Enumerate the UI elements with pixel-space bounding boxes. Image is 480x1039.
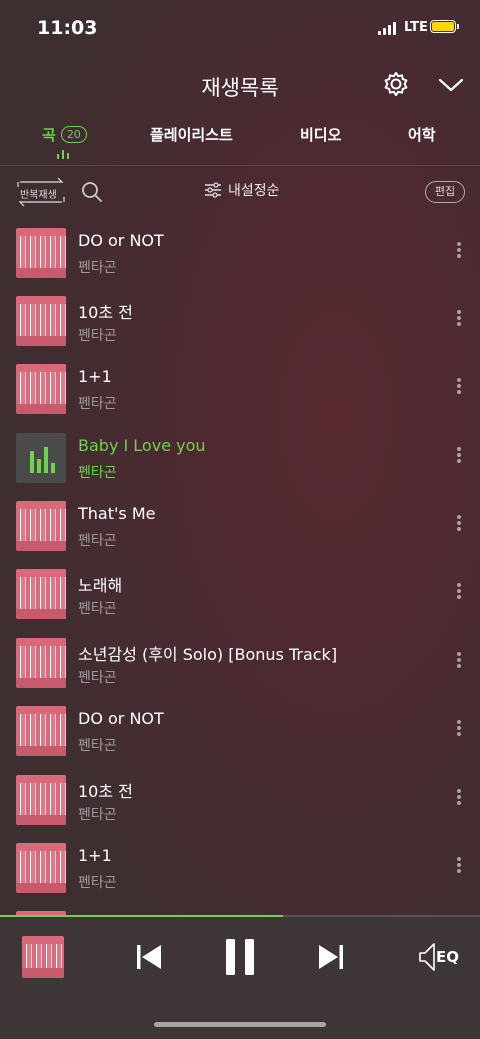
- now-playing-album-art[interactable]: [22, 936, 64, 978]
- song-title: DO or NOT: [78, 709, 164, 728]
- song-title: 10초 전: [78, 782, 133, 801]
- song-artist: 펜타곤: [78, 807, 117, 823]
- progress-bar[interactable]: [0, 915, 480, 917]
- song-artist: 펜타곤: [78, 533, 117, 549]
- album-art: [16, 638, 66, 688]
- song-item-partial[interactable]: [0, 901, 480, 915]
- more-options-button[interactable]: [452, 857, 466, 877]
- previous-button[interactable]: [134, 941, 164, 973]
- song-item[interactable]: 노래해 펜타곤: [0, 559, 480, 627]
- song-title: 10초 전: [78, 303, 133, 322]
- song-item[interactable]: 1+1 펜타곤: [0, 833, 480, 901]
- song-title: 소년감성 (후이 Solo) [Bonus Track]: [78, 645, 338, 664]
- collapse-button[interactable]: [436, 70, 466, 100]
- song-artist: 펜타곤: [78, 396, 117, 412]
- more-options-button[interactable]: [452, 310, 466, 330]
- song-item[interactable]: 10초 전 펜타곤: [0, 286, 480, 354]
- more-options-button[interactable]: [452, 515, 466, 535]
- song-item[interactable]: 소년감성 (후이 Solo) [Bonus Track] 펜타곤: [0, 628, 480, 696]
- song-artist: 펜타곤: [78, 601, 117, 617]
- edit-button[interactable]: 편집: [425, 181, 465, 203]
- eq-button[interactable]: EQ: [418, 939, 462, 975]
- song-item[interactable]: DO or NOT 펜타곤: [0, 696, 480, 764]
- sort-label: 내설정순: [228, 183, 280, 199]
- more-options-button[interactable]: [452, 652, 466, 672]
- song-item-now-playing[interactable]: Baby I Love you 펜타곤: [0, 423, 480, 491]
- pause-icon: [226, 939, 254, 975]
- more-options-button[interactable]: [452, 242, 466, 262]
- progress-fill: [0, 915, 284, 917]
- search-icon: [82, 182, 102, 202]
- header: 재생목록: [0, 62, 480, 106]
- filter-sliders-icon: [205, 182, 221, 198]
- album-art: [16, 775, 66, 825]
- more-options-button[interactable]: [452, 583, 466, 603]
- status-bar: 11:03 LTE: [0, 0, 480, 56]
- equalizer-icon: [30, 447, 55, 473]
- song-item[interactable]: 1+1 펜타곤: [0, 354, 480, 422]
- status-time: 11:03: [37, 17, 98, 39]
- song-artist: 펜타곤: [78, 260, 117, 276]
- tab-songs[interactable]: 곡 20: [42, 124, 87, 145]
- chevron-down-icon: [438, 78, 464, 92]
- tab-language[interactable]: 어학: [408, 124, 436, 145]
- album-art: [16, 706, 66, 756]
- song-title: 노래해: [78, 576, 123, 595]
- list-toolbar: 반복재생 내설정순 편집: [0, 172, 480, 212]
- album-art: [16, 296, 66, 346]
- pause-button[interactable]: [222, 937, 258, 977]
- eq-label: EQ: [436, 948, 459, 966]
- song-title: That's Me: [78, 504, 156, 523]
- song-item[interactable]: DO or NOT 펜타곤: [0, 218, 480, 286]
- tab-songs-count: 20: [60, 126, 87, 143]
- gear-icon: [384, 72, 408, 96]
- skip-previous-icon: [137, 945, 161, 969]
- album-art: [16, 501, 66, 551]
- more-options-button[interactable]: [452, 378, 466, 398]
- song-item[interactable]: 10초 전 펜타곤: [0, 765, 480, 833]
- sort-button[interactable]: 내설정순: [204, 180, 280, 200]
- more-options-button[interactable]: [452, 720, 466, 740]
- battery-cap: [457, 24, 459, 29]
- song-artist: 펜타곤: [78, 465, 117, 481]
- repeat-button[interactable]: 반복재생: [16, 176, 66, 208]
- playing-indicator-icon: [57, 150, 69, 159]
- more-options-button[interactable]: [452, 447, 466, 467]
- album-art-now-playing: [16, 433, 66, 483]
- tab-video[interactable]: 비디오: [300, 124, 341, 145]
- song-artist: 펜타곤: [78, 875, 117, 891]
- signal-icon: [378, 22, 396, 35]
- more-options-button[interactable]: [452, 789, 466, 809]
- search-button[interactable]: [80, 180, 104, 204]
- skip-next-icon: [319, 945, 343, 969]
- song-artist: 펜타곤: [78, 670, 117, 686]
- tab-songs-label: 곡: [42, 126, 56, 144]
- song-artist: 펜타곤: [78, 738, 117, 754]
- song-title: 1+1: [78, 846, 112, 865]
- speaker-icon: [419, 943, 435, 971]
- network-label: LTE: [404, 20, 428, 35]
- song-item[interactable]: That's Me 펜타곤: [0, 491, 480, 559]
- song-title: Baby I Love you: [78, 436, 206, 455]
- next-button[interactable]: [316, 941, 346, 973]
- song-title: DO or NOT: [78, 231, 164, 250]
- tab-bar: 곡 20 플레이리스트 비디오 어학: [0, 118, 480, 162]
- battery-icon: [430, 20, 456, 33]
- song-artist: 펜타곤: [78, 328, 117, 344]
- song-title: 1+1: [78, 367, 112, 386]
- tab-playlist[interactable]: 플레이리스트: [150, 124, 233, 145]
- album-art: [16, 364, 66, 414]
- settings-button[interactable]: [380, 68, 412, 100]
- divider: [0, 165, 480, 166]
- repeat-label: 반복재생: [20, 190, 57, 201]
- home-indicator: [154, 1022, 326, 1027]
- mini-player: EQ: [0, 915, 480, 1039]
- album-art: [16, 569, 66, 619]
- album-art: [16, 228, 66, 278]
- album-art: [16, 843, 66, 893]
